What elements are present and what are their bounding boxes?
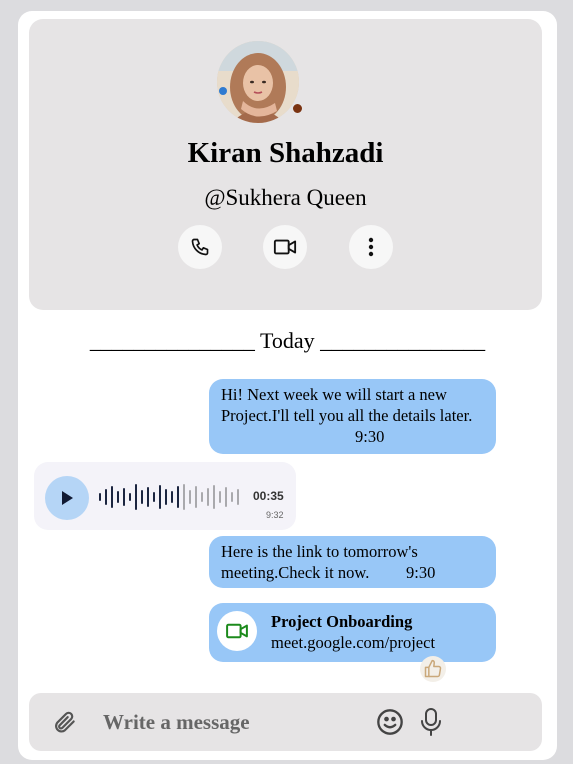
attach-button[interactable] [52, 708, 78, 741]
chat-card: Kiran Shahzadi @Sukhera Queen __________… [18, 11, 557, 760]
avatar[interactable] [217, 41, 299, 123]
message-time: 9:30 [355, 427, 385, 446]
message-text: Hi! Next week we will start a new Projec… [221, 385, 473, 425]
contact-handle: @Sukhera Queen [204, 185, 367, 210]
more-vertical-icon [368, 237, 374, 257]
video-icon [273, 239, 297, 255]
contact-name: Kiran Shahzadi [187, 137, 384, 169]
message-time: 9:30 [406, 563, 436, 582]
message-composer [29, 693, 542, 751]
smile-icon [377, 709, 403, 735]
profile-header: Kiran Shahzadi @Sukhera Queen [29, 19, 542, 310]
mic-icon [421, 708, 441, 736]
message-text: Here is the link to tomorrow's meeting.C… [221, 542, 418, 582]
online-status-dot [291, 102, 304, 115]
meet-icon-badge [217, 611, 257, 651]
paperclip-icon [55, 711, 75, 733]
meeting-title: Project Onboarding [271, 612, 413, 631]
reaction-button[interactable] [420, 656, 446, 682]
thumbs-up-icon [424, 659, 442, 678]
video-call-button[interactable] [263, 225, 307, 269]
call-button[interactable] [178, 225, 222, 269]
message-bubble-sent[interactable]: Here is the link to tomorrow's meeting.C… [209, 536, 496, 588]
emoji-button[interactable] [376, 708, 404, 741]
meeting-link[interactable]: meet.google.com/project [271, 632, 435, 653]
video-icon [226, 623, 248, 639]
meeting-link-bubble[interactable]: Project Onboarding meet.google.com/proje… [209, 603, 496, 662]
message-input[interactable] [103, 705, 363, 739]
message-bubble-sent[interactable]: Hi! Next week we will start a new Projec… [209, 379, 496, 454]
voice-duration: 00:35 [253, 489, 284, 503]
play-icon [62, 491, 73, 505]
play-button[interactable] [45, 476, 89, 520]
date-divider: _______________ Today _______________ [89, 328, 486, 353]
waveform [99, 484, 239, 510]
voice-message-bubble: 00:35 9:32 [34, 462, 296, 530]
message-time: 9:32 [266, 510, 284, 520]
more-options-button[interactable] [349, 225, 393, 269]
voice-record-button[interactable] [419, 707, 443, 742]
phone-icon [191, 238, 209, 256]
